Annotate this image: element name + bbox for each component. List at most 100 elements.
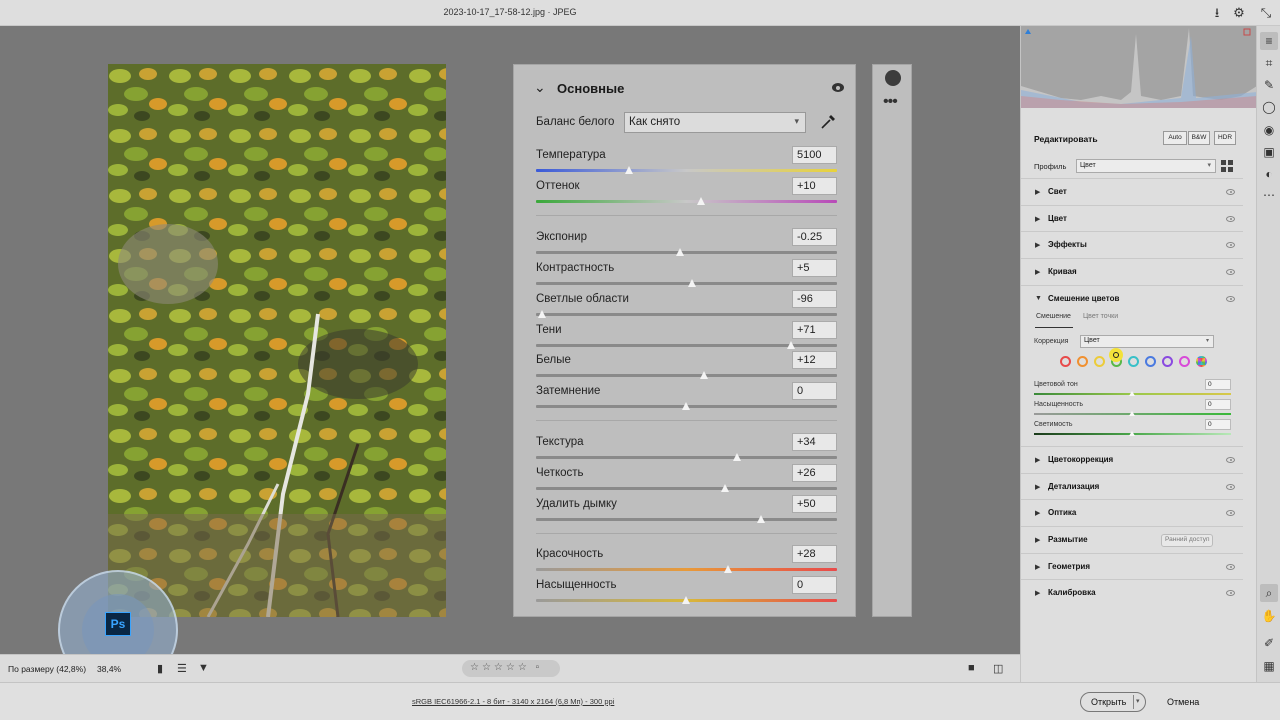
eye-icon[interactable] — [1226, 269, 1235, 275]
open-button[interactable]: Открыть ▾ — [1080, 692, 1146, 712]
slider-thumb[interactable] — [721, 484, 730, 492]
before-after-icon[interactable]: ◫ — [993, 662, 1003, 675]
crop-icon[interactable]: ⌗ — [1260, 54, 1278, 72]
slider-value[interactable]: 0 — [1205, 399, 1231, 410]
slider-track[interactable] — [536, 313, 837, 316]
slider-thumb[interactable] — [733, 453, 742, 461]
grid-overlay-icon[interactable]: ▦ — [1260, 657, 1278, 675]
slider-contrast[interactable]: Контрастность +5 — [514, 259, 857, 289]
tab-point-color[interactable]: Цвет точки — [1083, 313, 1118, 320]
zoom-percent[interactable]: 38,4% — [97, 664, 121, 674]
slider-thumb[interactable] — [688, 279, 697, 287]
slider-thumb[interactable] — [682, 596, 690, 604]
mixer-slider-hue[interactable]: Цветовой тон 0 — [1021, 379, 1243, 401]
swatch-orange[interactable] — [1077, 356, 1088, 367]
slider-value[interactable]: -0.25 — [792, 228, 837, 246]
filter-icon[interactable]: ▼ — [198, 662, 209, 674]
slider-thumb[interactable] — [697, 197, 706, 205]
slider-temperature[interactable]: Температура 5100 — [514, 146, 857, 176]
tab-mixer[interactable]: Смешение — [1036, 313, 1071, 320]
more-icon[interactable]: ⋯ — [1260, 186, 1278, 204]
snapshots-icon[interactable]: ▣ — [1260, 143, 1278, 161]
eye-icon[interactable] — [1226, 564, 1235, 570]
section-optics[interactable]: ▶ Оптика — [1021, 499, 1243, 525]
section-blur[interactable]: ▶ Размытие Ранний доступ — [1021, 526, 1243, 552]
gear-icon[interactable]: ⚙ — [1231, 5, 1247, 21]
slider-track[interactable] — [536, 487, 837, 490]
save-icon[interactable]: ⭳ — [1209, 5, 1225, 21]
slider-thumb[interactable] — [787, 341, 796, 349]
slider-value[interactable]: +34 — [792, 433, 837, 451]
auto-button[interactable]: Auto — [1163, 131, 1187, 145]
slider-track[interactable] — [536, 251, 837, 254]
swatch-red[interactable] — [1060, 356, 1071, 367]
slider-value[interactable]: 0 — [1205, 419, 1231, 430]
slider-track[interactable] — [536, 518, 837, 521]
healing-brush-icon[interactable]: ✎ — [1260, 76, 1278, 94]
collapse-icon[interactable]: ⤡ — [1258, 5, 1274, 21]
slider-track[interactable] — [536, 282, 837, 285]
slider-value[interactable]: 5100 — [792, 146, 837, 164]
slider-thumb[interactable] — [757, 515, 766, 523]
swatch-purple[interactable] — [1162, 356, 1173, 367]
sort-icon[interactable]: ☰ — [177, 662, 187, 675]
eye-icon[interactable] — [1226, 590, 1235, 596]
slider-whites[interactable]: Белые +12 — [514, 351, 857, 381]
slider-value[interactable]: +71 — [792, 321, 837, 339]
eye-icon[interactable] — [1226, 484, 1235, 490]
presets-icon[interactable]: ◐ — [1260, 165, 1278, 183]
eye-icon[interactable] — [1226, 296, 1235, 302]
white-balance-select[interactable]: Как снято ▾ — [624, 112, 806, 133]
slider-exposure[interactable]: Экспонир -0.25 — [514, 228, 857, 258]
section-calibration[interactable]: ▶ Калибровка — [1021, 579, 1243, 605]
basic-panel-header[interactable]: ⌄ Основные — [514, 65, 855, 109]
slider-track[interactable] — [536, 200, 837, 203]
slider-value[interactable]: +10 — [792, 177, 837, 195]
zoom-tool-icon[interactable]: ⌕ — [1260, 584, 1278, 602]
slider-thumb[interactable] — [724, 565, 733, 573]
mixer-slider-saturation[interactable]: Насыщенность 0 — [1021, 399, 1243, 421]
masking-icon[interactable]: ◯ — [1260, 98, 1278, 116]
slider-highlights[interactable]: Светлые области -96 — [514, 290, 857, 320]
slider-track[interactable] — [536, 568, 837, 571]
correction-select[interactable]: Цвет ▾ — [1080, 335, 1214, 348]
slider-thumb[interactable] — [624, 166, 633, 174]
slider-clarity[interactable]: Четкость +26 — [514, 464, 857, 494]
eye-icon[interactable] — [1226, 242, 1235, 248]
slider-value[interactable]: 0 — [792, 382, 837, 400]
swatch-aqua[interactable] — [1128, 356, 1139, 367]
section-geometry[interactable]: ▶ Геометрия — [1021, 553, 1243, 579]
slider-track[interactable] — [536, 456, 837, 459]
swatch-yellow[interactable] — [1094, 356, 1105, 367]
section-effects[interactable]: ▶ Эффекты — [1021, 231, 1243, 257]
red-eye-icon[interactable]: ◉ — [1260, 121, 1278, 139]
mask-icon[interactable] — [885, 70, 901, 86]
eye-icon[interactable] — [1226, 510, 1235, 516]
more-options-icon[interactable]: ••• — [883, 93, 898, 111]
slider-blacks[interactable]: Затемнение 0 — [514, 382, 857, 412]
slider-value[interactable]: -96 — [792, 290, 837, 308]
swatch-all[interactable] — [1196, 356, 1207, 367]
chevron-down-icon[interactable]: ▾ — [1136, 697, 1140, 705]
hdr-button[interactable]: HDR — [1214, 131, 1236, 145]
slider-shadows[interactable]: Тени +71 — [514, 321, 857, 351]
profile-select[interactable]: Цвет ▾ — [1076, 159, 1216, 173]
slider-dehaze[interactable]: Удалить дымку +50 — [514, 495, 857, 525]
slider-thumb[interactable] — [1129, 411, 1135, 416]
slider-value[interactable]: +5 — [792, 259, 837, 277]
eye-icon[interactable] — [1226, 216, 1235, 222]
eyedropper-icon[interactable] — [818, 112, 838, 132]
zoom-fit-label[interactable]: По размеру (42,8%) — [8, 664, 86, 674]
cancel-button[interactable]: Отмена — [1167, 697, 1199, 707]
slider-thumb[interactable] — [700, 371, 709, 379]
bw-button[interactable]: B&W — [1188, 131, 1210, 145]
slider-tint[interactable]: Оттенок +10 — [514, 177, 857, 207]
mixer-slider-luminance[interactable]: Светимость 0 — [1021, 419, 1243, 441]
section-curve[interactable]: ▶ Кривая — [1021, 258, 1243, 284]
slider-value[interactable]: +28 — [792, 545, 837, 563]
hand-tool-icon[interactable]: ✋ — [1260, 607, 1278, 625]
eye-icon[interactable] — [832, 83, 844, 92]
profile-browser-icon[interactable] — [1221, 160, 1233, 172]
slider-thumb[interactable] — [537, 310, 546, 318]
section-detail[interactable]: ▶ Детализация — [1021, 473, 1243, 499]
